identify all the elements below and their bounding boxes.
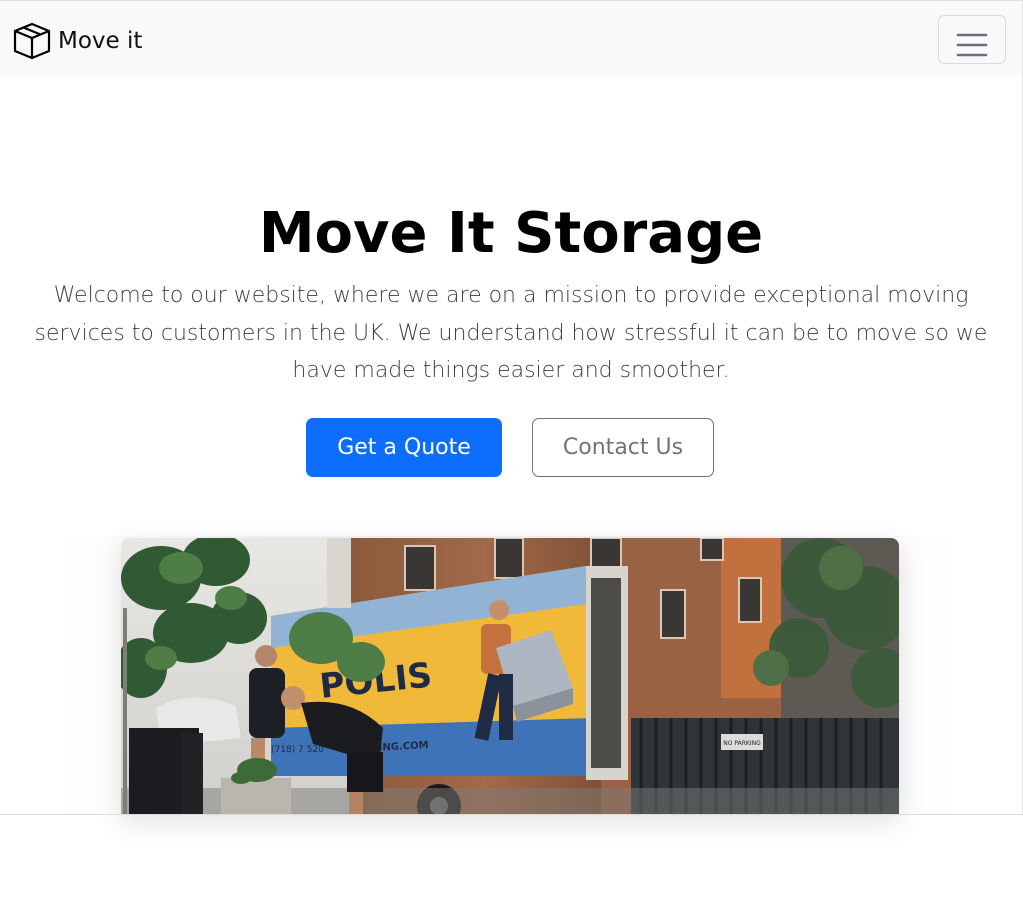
brand-name: Move it	[58, 28, 143, 54]
get-quote-button[interactable]: Get a Quote	[306, 418, 502, 477]
page: Move it Move It Storage Welcome to our w…	[0, 0, 1023, 918]
hero-lead-text: Welcome to our website, where we are on …	[34, 283, 988, 383]
moving-scene-illustration: NO PARKING POLIS MOVING.COM (718) 7 520	[121, 538, 899, 814]
truck-phone-text: (718) 7 520	[271, 745, 324, 755]
navbar: Move it	[0, 0, 1022, 76]
box-icon	[13, 22, 51, 60]
brand-link[interactable]: Move it	[12, 21, 142, 61]
hamburger-icon	[956, 33, 988, 57]
navbar-toggle-button[interactable]	[938, 15, 1006, 64]
section-divider	[0, 814, 1023, 815]
hero-title: Move It Storage	[258, 201, 764, 266]
no-parking-sign: NO PARKING	[723, 740, 761, 747]
contact-us-button[interactable]: Contact Us	[532, 418, 714, 477]
hero-image: NO PARKING POLIS MOVING.COM (718) 7 520	[121, 538, 899, 814]
